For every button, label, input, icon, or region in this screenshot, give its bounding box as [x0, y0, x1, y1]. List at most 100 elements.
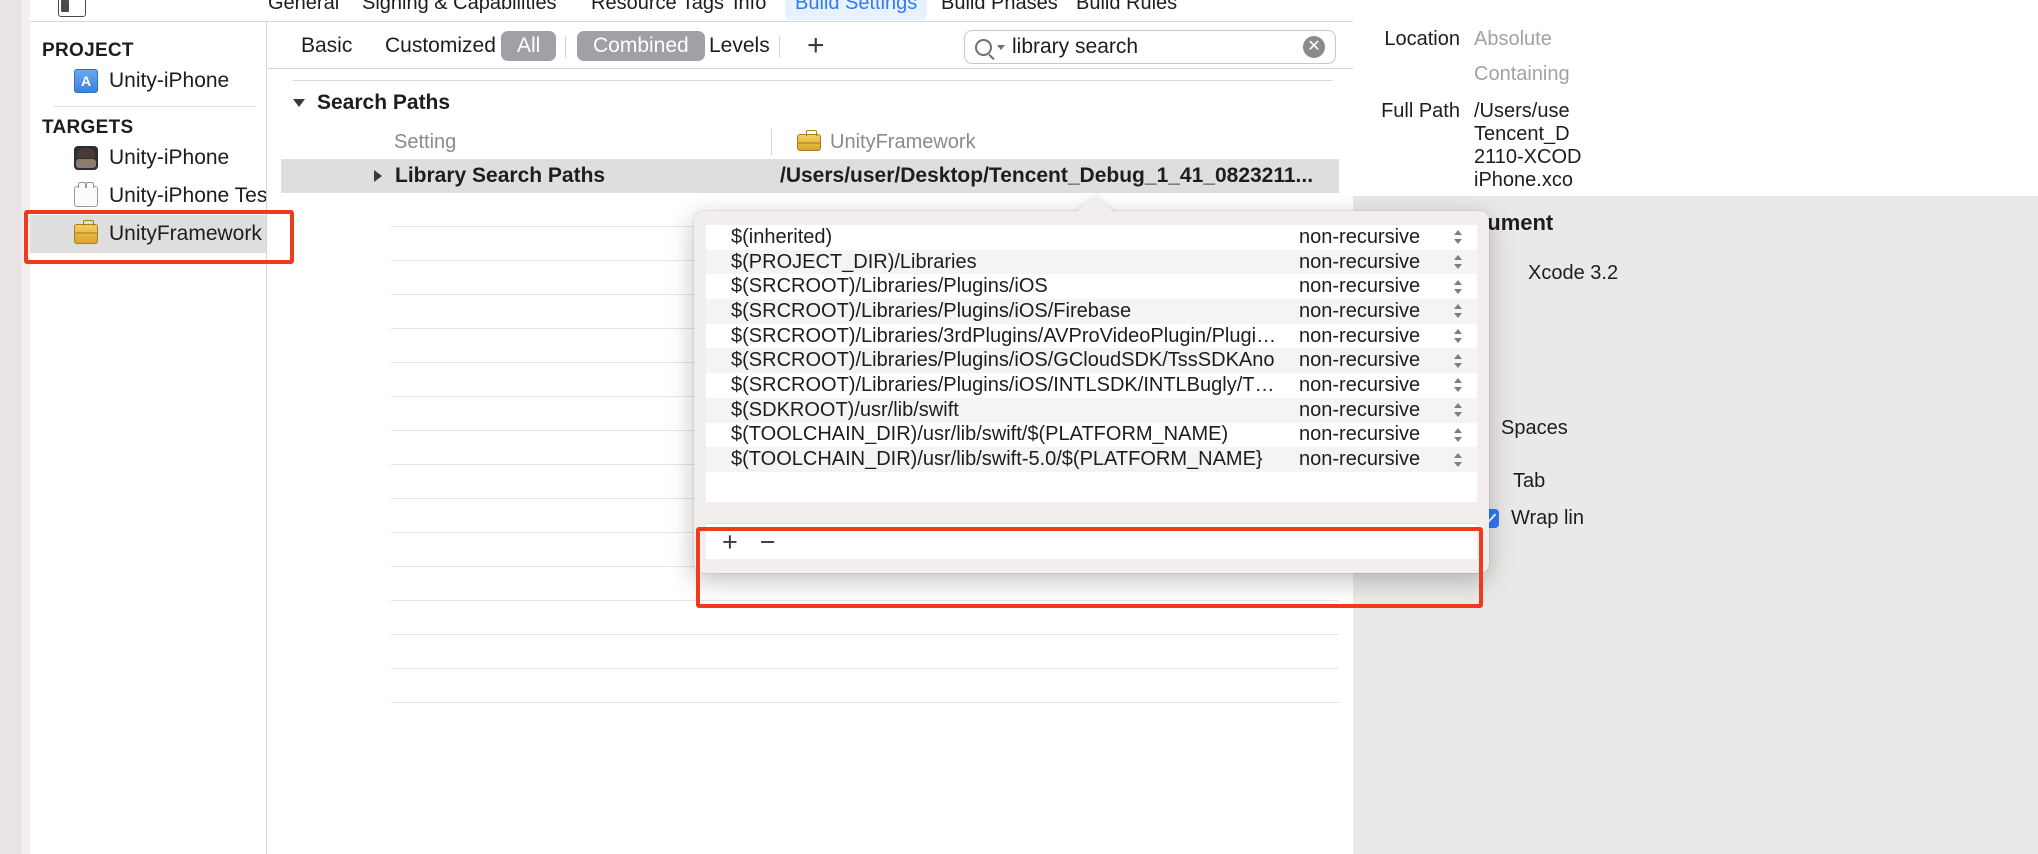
settings-group-search-paths[interactable]: Search Paths [281, 81, 1339, 125]
filter-combined-button[interactable]: Combined [577, 31, 705, 61]
recursion-stepper[interactable] [1451, 252, 1465, 272]
tab-info[interactable]: Info [723, 0, 776, 20]
chevron-down-icon[interactable] [293, 99, 305, 107]
tab-signing-capabilities[interactable]: Signing & Capabilities [352, 0, 567, 20]
sidebar-item-label: Unity-iPhone Tests [109, 184, 284, 208]
path-value[interactable]: $(SRCROOT)/Libraries/3rdPlugins/AVProVid… [731, 325, 1299, 348]
tab-resource-tags[interactable]: Resource Tags [581, 0, 734, 20]
fullpath-value: /Users/use Tencent_D 2110-XCOD iPhone.xc… [1474, 100, 1581, 192]
path-list-item[interactable]: $(PROJECT_DIR)/Librariesnon-recursive [706, 250, 1477, 275]
recursion-value[interactable]: non-recursive [1299, 349, 1451, 372]
fullpath-line: iPhone.xco [1474, 169, 1581, 192]
setting-name: Library Search Paths [395, 164, 605, 188]
recursion-value[interactable]: non-recursive [1299, 226, 1451, 249]
path-value[interactable]: $(SRCROOT)/Libraries/Plugins/iOS/INTLSDK… [731, 374, 1299, 397]
filter-levels-button[interactable]: Levels [693, 31, 786, 61]
recursion-value[interactable]: non-recursive [1299, 423, 1451, 446]
path-list-item[interactable]: $(SRCROOT)/Libraries/Plugins/iOS/GCloudS… [706, 348, 1477, 373]
recursion-stepper[interactable] [1451, 301, 1465, 321]
path-list-item[interactable]: $(inherited)non-recursive [706, 225, 1477, 250]
toggle-navigator-icon[interactable] [58, 0, 86, 17]
add-setting-button[interactable]: + [807, 32, 825, 60]
wrap-lines-label: Wrap lin [1511, 507, 1584, 530]
path-value[interactable]: $(inherited) [731, 226, 1299, 249]
tab-general[interactable]: General [258, 0, 349, 20]
tests-icon [74, 186, 98, 207]
fullpath-line: Tencent_D [1474, 123, 1581, 146]
column-header-target: UnityFramework [771, 129, 976, 155]
path-value[interactable]: $(PROJECT_DIR)/Libraries [731, 251, 1299, 274]
sidebar-item-project-unity-iphone[interactable]: Unity-iPhone [30, 62, 267, 100]
inspector-location-row[interactable]: Location Absolute [1353, 28, 2038, 51]
search-field[interactable]: library search ✕ [964, 30, 1336, 64]
path-value[interactable]: $(SRCROOT)/Libraries/Plugins/iOS/Firebas… [731, 300, 1299, 323]
path-value[interactable]: $(TOOLCHAIN_DIR)/usr/lib/swift/$(PLATFOR… [731, 423, 1299, 446]
search-input[interactable]: library search [1012, 35, 1296, 59]
framework-icon [797, 134, 821, 151]
clear-search-icon[interactable]: ✕ [1303, 36, 1325, 58]
path-list-item[interactable]: $(TOOLCHAIN_DIR)/usr/lib/swift/$(PLATFOR… [706, 423, 1477, 448]
inspector-containing-row: Containing [1353, 63, 2038, 86]
setting-value[interactable]: /Users/user/Desktop/Tencent_Debug_1_41_0… [771, 164, 1339, 188]
sidebar-item-label: Unity-iPhone [109, 69, 229, 93]
filter-basic-button[interactable]: Basic [285, 31, 368, 61]
recursion-stepper[interactable] [1451, 400, 1465, 420]
toolbar-separator-1 [565, 36, 566, 58]
sidebar-item-target-unity-iphone-tests[interactable]: Unity-iPhone Tests [30, 177, 267, 215]
column-header-target-label: UnityFramework [830, 131, 976, 154]
recursion-stepper[interactable] [1451, 450, 1465, 470]
fullpath-line: 2110-XCOD [1474, 146, 1581, 169]
project-targets-sidebar: PROJECT Unity-iPhone TARGETS Unity-iPhon… [30, 22, 267, 854]
filter-customized-button[interactable]: Customized [369, 31, 512, 61]
table-row-library-search-paths[interactable]: Library Search Paths /Users/user/Desktop… [281, 159, 1339, 193]
table-row [391, 601, 1339, 635]
filter-all-button[interactable]: All [501, 31, 556, 61]
recursion-value[interactable]: non-recursive [1299, 374, 1451, 397]
window-left-edge-inner [22, 0, 30, 854]
sidebar-item-target-unityframework[interactable]: UnityFramework [30, 215, 267, 253]
targets-section-header: TARGETS [30, 117, 267, 139]
recursion-value[interactable]: non-recursive [1299, 325, 1451, 348]
search-icon [975, 39, 992, 56]
tab-build-settings[interactable]: Build Settings [785, 0, 927, 20]
recursion-value[interactable]: non-recursive [1299, 300, 1451, 323]
recursion-stepper[interactable] [1451, 425, 1465, 445]
path-value[interactable]: $(SRCROOT)/Libraries/Plugins/iOS/GCloudS… [731, 349, 1299, 372]
chevron-down-icon[interactable] [997, 45, 1005, 50]
path-list-item[interactable]: $(SDKROOT)/usr/lib/swiftnon-recursive [706, 398, 1477, 423]
fullpath-line: /Users/use [1474, 100, 1581, 123]
recursion-value[interactable]: non-recursive [1299, 448, 1451, 471]
add-path-button[interactable]: + [722, 529, 738, 555]
location-value[interactable]: Absolute [1474, 28, 1552, 51]
recursion-stepper[interactable] [1451, 227, 1465, 247]
path-value[interactable]: $(TOOLCHAIN_DIR)/usr/lib/swift-5.0/$(PLA… [731, 448, 1299, 471]
group-title: Search Paths [317, 91, 450, 115]
path-value[interactable]: $(SDKROOT)/usr/lib/swift [731, 399, 1299, 422]
remove-path-button[interactable]: − [760, 529, 776, 555]
recursion-stepper[interactable] [1451, 277, 1465, 297]
fullpath-label: Full Path [1365, 100, 1460, 123]
recursion-value[interactable]: non-recursive [1299, 399, 1451, 422]
tab-build-phases[interactable]: Build Phases [931, 0, 1068, 20]
xcode-build-settings-screen: GeneralSigning & Capabilities Resource Ta… [0, 0, 2038, 854]
toolbar-separator-2 [779, 36, 780, 58]
chevron-right-icon[interactable] [374, 170, 382, 182]
sidebar-item-target-unity-iphone[interactable]: Unity-iPhone [30, 139, 267, 177]
tab-build-rules[interactable]: Build Rules [1066, 0, 1187, 20]
recursion-stepper[interactable] [1451, 351, 1465, 371]
path-value[interactable]: $(SRCROOT)/Libraries/Plugins/iOS [731, 275, 1299, 298]
popover-footer: + − [706, 523, 1477, 559]
recursion-stepper[interactable] [1451, 375, 1465, 395]
path-list-item[interactable]: $(SRCROOT)/Libraries/Plugins/iOS/Firebas… [706, 299, 1477, 324]
popover-arrow [1073, 196, 1117, 215]
recursion-stepper[interactable] [1451, 326, 1465, 346]
project-icon [74, 69, 98, 93]
recursion-value[interactable]: non-recursive [1299, 275, 1451, 298]
app-icon [74, 146, 98, 170]
path-list-item[interactable]: $(SRCROOT)/Libraries/Plugins/iOS/INTLSDK… [706, 373, 1477, 398]
path-list-item[interactable]: $(SRCROOT)/Libraries/3rdPlugins/AVProVid… [706, 324, 1477, 349]
path-list-item[interactable]: $(SRCROOT)/Libraries/Plugins/iOSnon-recu… [706, 274, 1477, 299]
path-list-item[interactable]: $(TOOLCHAIN_DIR)/usr/lib/swift-5.0/$(PLA… [706, 447, 1477, 472]
recursion-value[interactable]: non-recursive [1299, 251, 1451, 274]
library-search-paths-popover: $(inherited)non-recursive$(PROJECT_DIR)/… [694, 211, 1489, 573]
